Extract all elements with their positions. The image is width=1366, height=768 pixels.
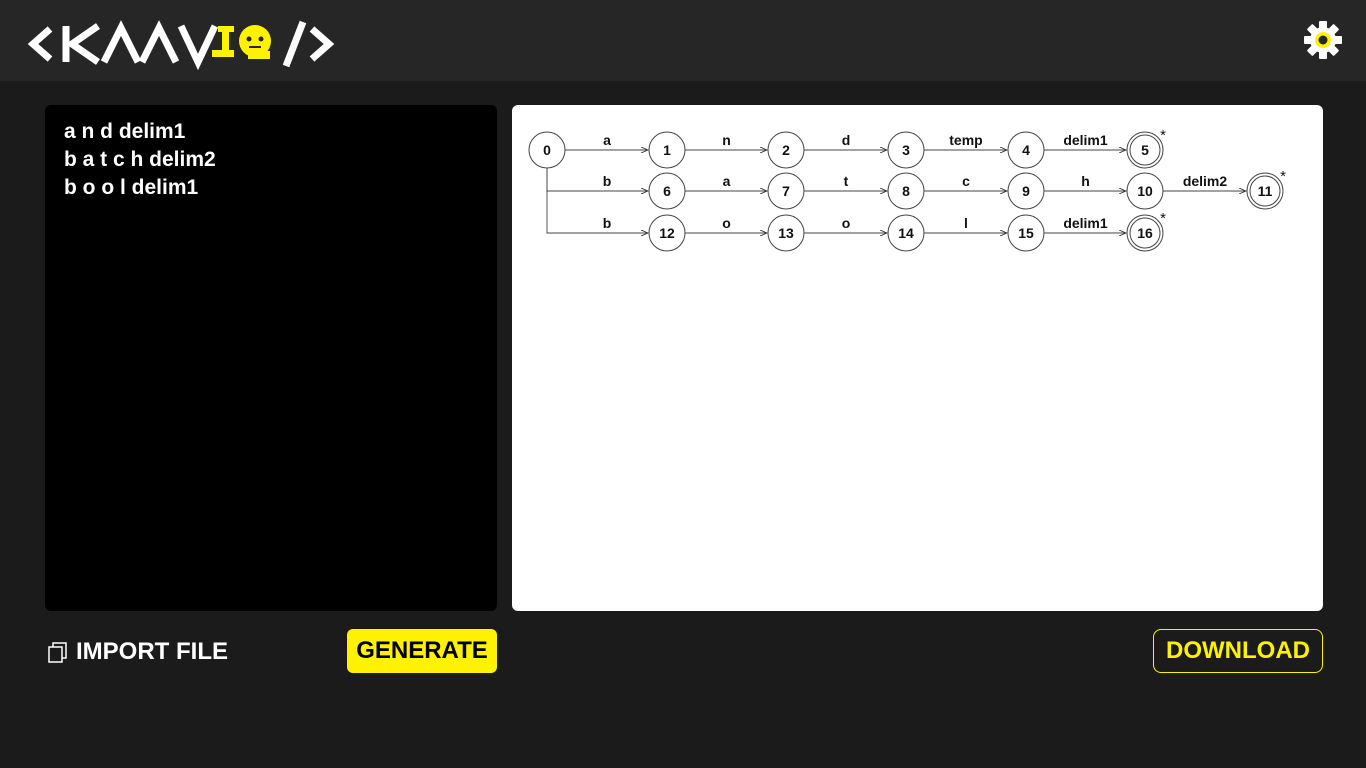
state-label: 11 bbox=[1258, 183, 1273, 199]
transition-label: b bbox=[603, 173, 612, 189]
editor-line: a n d delim1 bbox=[64, 120, 186, 143]
state-label: 4 bbox=[1022, 142, 1030, 158]
transition-label: o bbox=[842, 215, 851, 231]
state-label: 2 bbox=[782, 142, 790, 158]
import-file-label: IMPORT FILE bbox=[76, 638, 228, 665]
diagram-panel: a n d temp delim1 b a t c h delim2 b o o l delim1 0 1 2 3 4 *… bbox=[512, 105, 1323, 611]
state-label: 5 bbox=[1141, 142, 1149, 158]
transition-label: d bbox=[842, 132, 851, 148]
transition-label: delim2 bbox=[1183, 173, 1228, 189]
state-label: 6 bbox=[663, 183, 671, 199]
transition-label: h bbox=[1081, 173, 1090, 189]
state-label: 7 bbox=[782, 183, 790, 199]
transition-label: l bbox=[964, 215, 968, 231]
transition-label: temp bbox=[949, 132, 982, 148]
generate-button[interactable]: GENERATE bbox=[347, 629, 497, 673]
state-label: 15 bbox=[1018, 225, 1034, 241]
transition-label: delim1 bbox=[1063, 215, 1108, 231]
gear-icon[interactable] bbox=[1303, 20, 1343, 60]
state-label: 1 bbox=[663, 142, 671, 158]
final-star-mark: * bbox=[1160, 127, 1166, 144]
editor-line: b o o l delim1 bbox=[64, 176, 199, 199]
copy-icon bbox=[48, 642, 67, 663]
state-label: 13 bbox=[778, 225, 794, 241]
transition-label: o bbox=[722, 215, 731, 231]
state-label: 10 bbox=[1137, 183, 1153, 199]
state-label: 16 bbox=[1137, 225, 1153, 241]
editor-line: b a t c h delim2 bbox=[64, 148, 216, 171]
final-star-mark: * bbox=[1280, 168, 1286, 185]
state-label: 0 bbox=[543, 142, 551, 158]
state-label: 12 bbox=[659, 225, 675, 241]
transition-label: b bbox=[603, 215, 612, 231]
final-star-mark: * bbox=[1160, 210, 1166, 227]
transition-label: a bbox=[603, 132, 611, 148]
transition-label: t bbox=[844, 173, 849, 189]
transition-label: n bbox=[722, 132, 731, 148]
app-header bbox=[0, 0, 1366, 81]
transition-label: a bbox=[723, 173, 731, 189]
download-button[interactable]: DOWNLOAD bbox=[1153, 629, 1323, 673]
import-file-button[interactable]: IMPORT FILE bbox=[48, 636, 228, 668]
state-label: 8 bbox=[902, 183, 910, 199]
transition-label: c bbox=[962, 173, 970, 189]
grammar-editor[interactable]: a n d delim1 b a t c h delim2 b o o l de… bbox=[45, 105, 497, 611]
automaton-diagram: a n d temp delim1b a t c h delim2b o o l delim10 1 2 3 4*… bbox=[528, 127, 1286, 252]
state-label: 14 bbox=[898, 225, 914, 241]
transition-arrow bbox=[546, 168, 648, 233]
transition-arrow bbox=[546, 168, 648, 191]
state-label: 9 bbox=[1022, 183, 1030, 199]
transition-label: delim1 bbox=[1063, 132, 1108, 148]
state-label: 3 bbox=[902, 142, 910, 158]
kaavio-logo bbox=[28, 20, 335, 70]
